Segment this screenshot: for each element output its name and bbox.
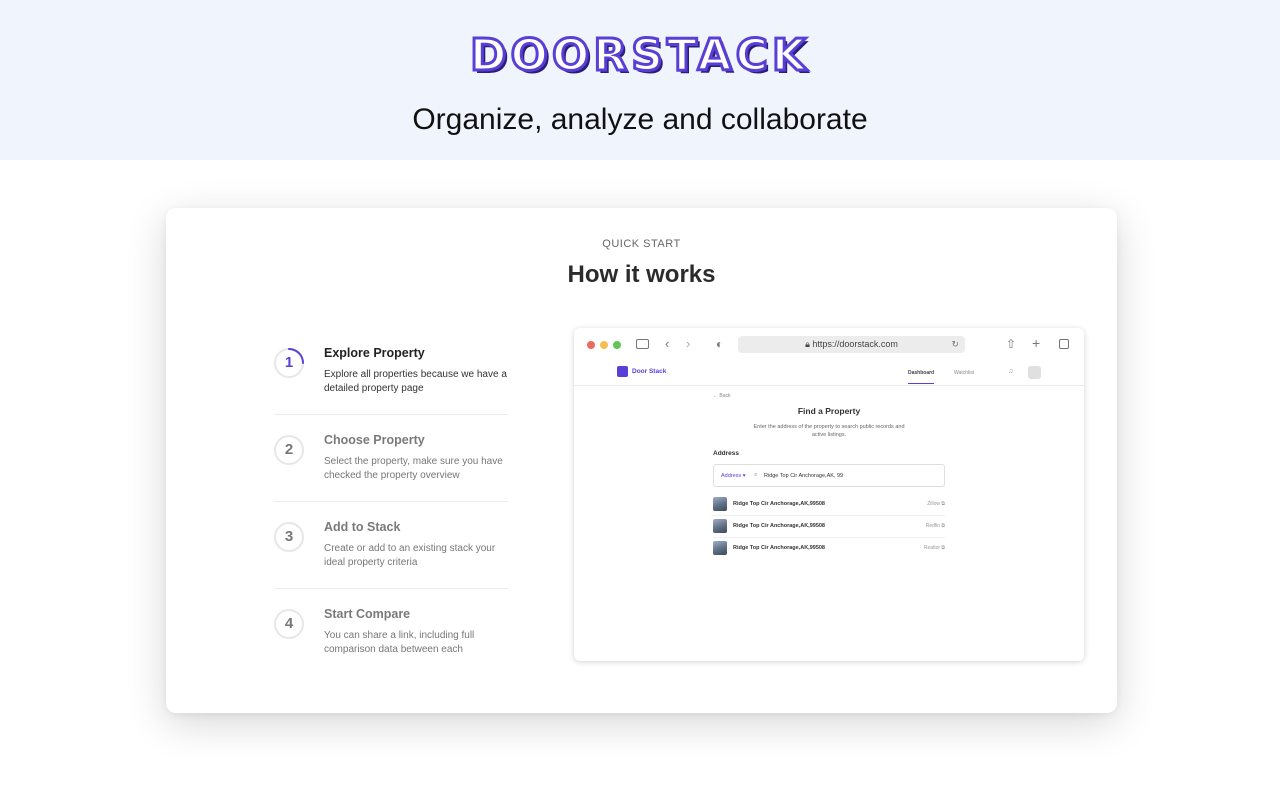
step-title: Explore Property (324, 346, 425, 360)
door-stack-brand: Door Stack (617, 366, 666, 378)
bell-icon: ♫ (1008, 368, 1014, 375)
step-title: Choose Property (324, 433, 425, 447)
how-it-works-card: QUICK START How it works 1 Explore Prope… (166, 208, 1117, 713)
step-number-1: 1 (274, 348, 304, 378)
address-label: Address (713, 450, 740, 457)
browser-mockup: ‹ › ◐ 🔒︎ https://doorstack.com ↻ ⇧ + Doo… (574, 328, 1084, 661)
find-property-description: Enter the address of the property to sea… (753, 424, 905, 438)
minimize-window-dot (600, 341, 608, 349)
nav-watchlist: Watchlist (954, 370, 975, 376)
step-number-4: 4 (274, 609, 304, 639)
address-input-value: Ridge Top Cir Anchorage,AK, 99 (764, 473, 844, 479)
list-item: Ridge Top Cir Anchorage,AK,99508 Zillow … (713, 494, 945, 516)
step-description: Select the property, make sure you have … (324, 456, 503, 481)
url-bar: 🔒︎ https://doorstack.com ↻ (738, 336, 965, 353)
avatar (1028, 366, 1041, 379)
url-text: https://doorstack.com (812, 339, 898, 349)
step-start-compare[interactable]: 4 Start Compare You can share a link, in… (274, 589, 508, 676)
step-description: Create or add to an existing stack your … (324, 543, 496, 568)
step-add-to-stack[interactable]: 3 Add to Stack Create or add to an exist… (274, 502, 508, 589)
tagline: Organize, analyze and collaborate (412, 103, 868, 136)
forward-icon: › (686, 336, 691, 351)
result-source: Zillow ⧉ (927, 501, 945, 507)
property-thumbnail (713, 519, 727, 533)
progress-arc-icon (288, 348, 304, 364)
nav-dashboard: Dashboard (908, 370, 935, 384)
reload-icon: ↻ (951, 339, 959, 349)
step-title: Add to Stack (324, 520, 401, 534)
lock-icon: 🔒︎ (805, 339, 810, 349)
doorstack-logo: DOORSTACK (469, 29, 810, 83)
property-thumbnail (713, 541, 727, 555)
step-number-2: 2 (274, 435, 304, 465)
close-window-dot (587, 341, 595, 349)
step-description: Explore all properties because we have a… (324, 369, 507, 394)
list-item: Ridge Top Cir Anchorage,AK,99508 Redfin … (713, 516, 945, 538)
search-icon: ⌕ (754, 472, 758, 478)
new-tab-icon: + (1032, 335, 1041, 351)
section-eyebrow: QUICK START (602, 238, 681, 250)
result-source: Realtor ⧉ (923, 545, 945, 551)
privacy-shield-icon: ◐ (716, 337, 724, 351)
step-choose-property[interactable]: 2 Choose Property Select the property, m… (274, 415, 508, 502)
address-results: Ridge Top Cir Anchorage,AK,99508 Zillow … (713, 494, 945, 560)
address-type-dropdown: Address ▾ (721, 473, 746, 479)
address-search-field: Address ▾ ⌕ Ridge Top Cir Anchorage,AK, … (713, 464, 945, 487)
property-thumbnail (713, 497, 727, 511)
door-stack-logo-icon (617, 366, 628, 377)
sidebar-icon (636, 339, 649, 349)
app-navbar: Door Stack Dashboard Watchlist ♫ (574, 362, 1084, 386)
result-source: Redfin ⧉ (925, 523, 945, 529)
back-icon: ‹ (665, 336, 670, 351)
section-heading: How it works (567, 261, 716, 288)
hero-banner: DOORSTACK Organize, analyze and collabor… (0, 0, 1280, 160)
step-number-3: 3 (274, 522, 304, 552)
back-link: ← Back (713, 393, 731, 399)
find-property-title: Find a Property (797, 406, 861, 416)
tabs-overview-icon (1059, 339, 1069, 349)
step-description: You can share a link, including full com… (324, 630, 475, 655)
step-explore-property[interactable]: 1 Explore Property Explore all propertie… (274, 328, 508, 415)
share-icon: ⇧ (1006, 337, 1017, 351)
step-title: Start Compare (324, 607, 411, 621)
maximize-window-dot (613, 341, 621, 349)
list-item: Ridge Top Cir Anchorage,AK,99508 Realtor… (713, 538, 945, 560)
steps-list: 1 Explore Property Explore all propertie… (274, 328, 508, 676)
